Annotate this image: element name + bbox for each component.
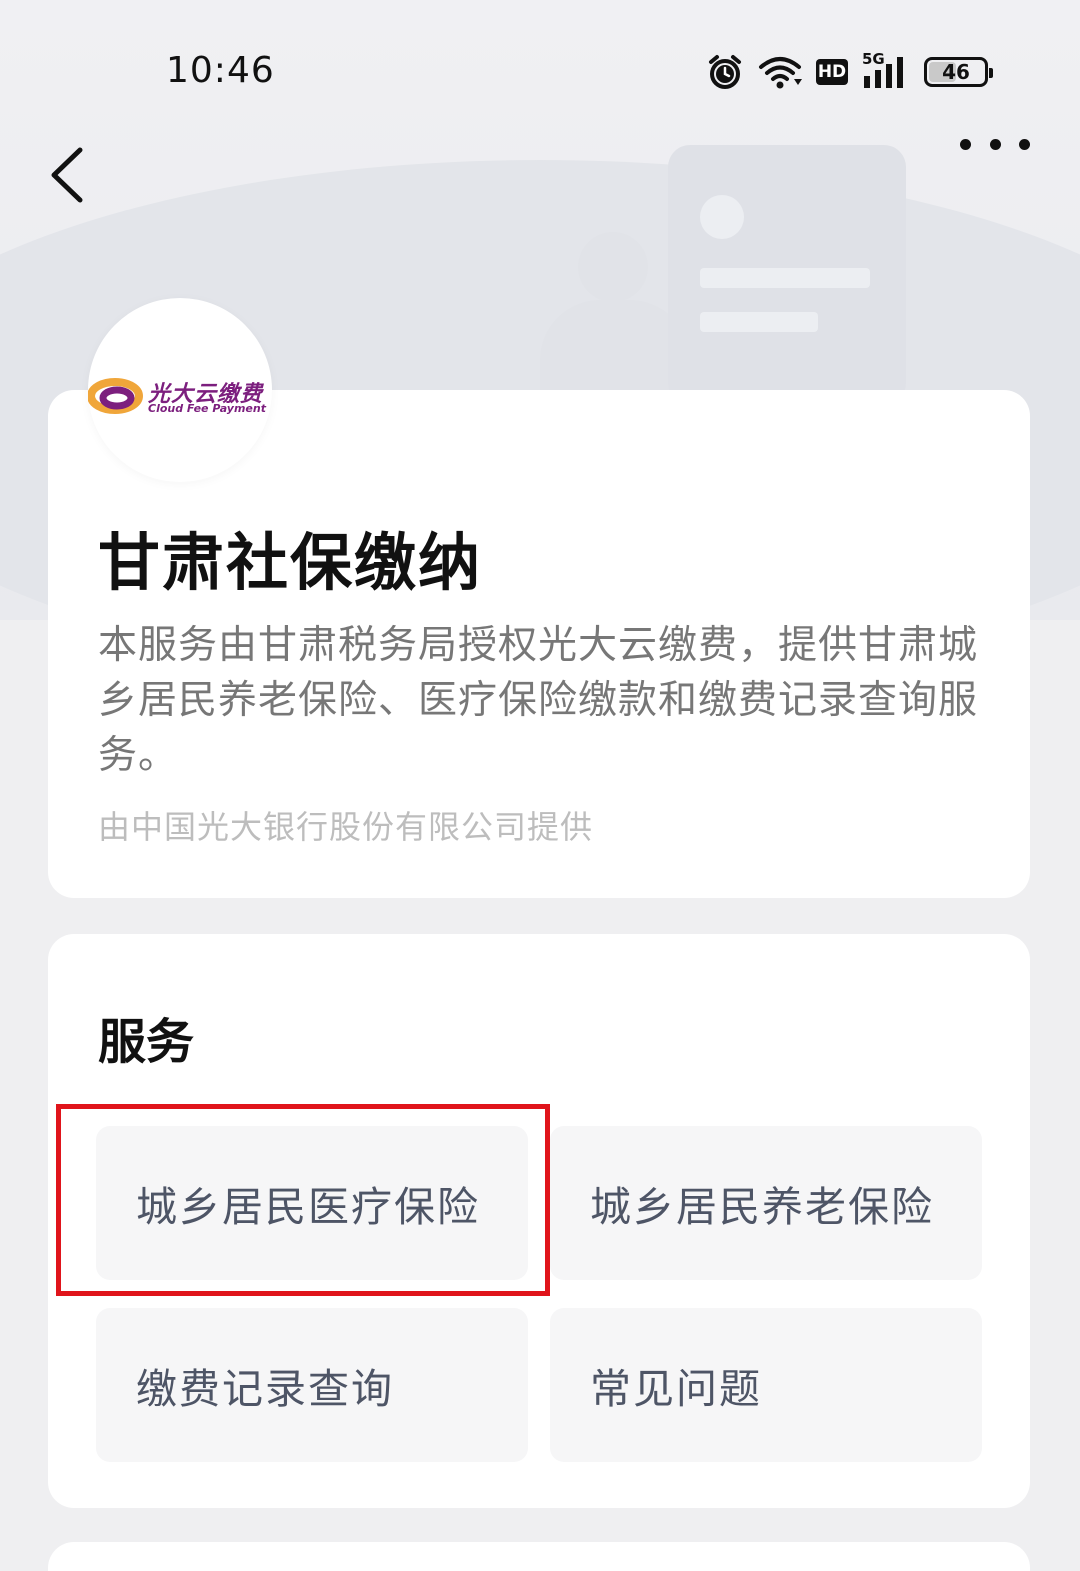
provider-note: 由中国光大银行股份有限公司提供 xyxy=(98,808,594,846)
battery-icon: 46 xyxy=(924,57,993,87)
service-label: 城乡居民医疗保险 xyxy=(136,1183,480,1231)
more-button[interactable] xyxy=(960,126,1030,162)
brand-logo: 光大云缴费 Cloud Fee Payment xyxy=(87,298,272,482)
battery-level: 46 xyxy=(942,60,970,84)
service-description: 本服务由甘肃税务局授权光大云缴费，提供甘肃城乡居民养老保险、医疗保险缴款和缴费记… xyxy=(98,623,979,778)
services-title: 服务 xyxy=(98,1014,195,1070)
brand-name-en: Cloud Fee Payment xyxy=(148,402,266,415)
alarm-icon xyxy=(706,53,744,91)
service-faq[interactable]: 常见问题 xyxy=(550,1308,982,1462)
background-illustration-line xyxy=(700,268,870,288)
more-dot xyxy=(989,138,1001,150)
chevron-left-icon xyxy=(51,147,83,203)
next-card xyxy=(48,1542,1030,1571)
background-illustration-line xyxy=(700,312,818,332)
back-button[interactable] xyxy=(44,142,90,208)
wifi-icon xyxy=(758,55,802,89)
more-dot xyxy=(1019,138,1030,150)
more-dot xyxy=(960,138,971,150)
service-pension-insurance[interactable]: 城乡居民养老保险 xyxy=(550,1126,982,1280)
service-medical-insurance[interactable]: 城乡居民医疗保险 xyxy=(96,1126,528,1280)
hd-icon: HD xyxy=(816,59,848,85)
signal-icon: 5G xyxy=(862,50,910,90)
background-illustration-person-head xyxy=(578,232,648,302)
service-payment-records[interactable]: 缴费记录查询 xyxy=(96,1308,528,1462)
service-label: 城乡居民养老保险 xyxy=(590,1183,934,1231)
service-label: 常见问题 xyxy=(590,1365,762,1413)
page-title: 甘肃社保缴纳 xyxy=(98,526,483,599)
background-illustration-avatar xyxy=(700,195,744,239)
status-time: 10:46 xyxy=(166,50,275,91)
status-icons: HD 5G 46 xyxy=(706,50,993,94)
brand-logo-mark-icon xyxy=(87,376,146,422)
service-label: 缴费记录查询 xyxy=(136,1365,394,1413)
